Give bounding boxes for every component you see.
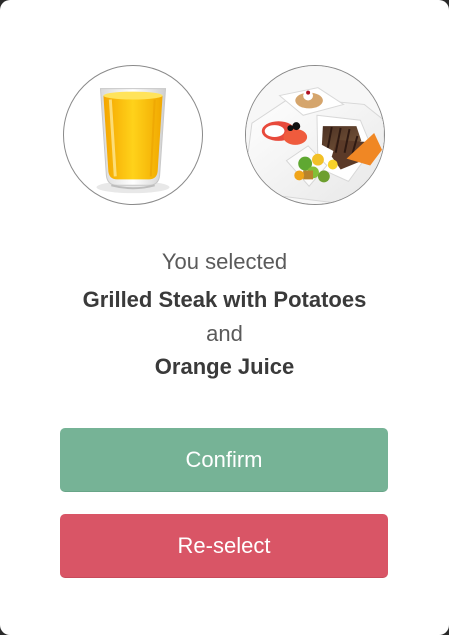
selection-confirmation-dialog: You selected Grilled Steak with Potatoes…	[0, 0, 449, 635]
conjunction-text: and	[206, 321, 243, 346]
orange-juice-icon	[96, 88, 170, 194]
selected-meal-name: Grilled Steak with Potatoes	[82, 287, 367, 312]
steak-plate-icon	[246, 66, 384, 204]
reselect-button[interactable]: Re-select	[60, 514, 388, 578]
confirm-button[interactable]: Confirm	[60, 428, 388, 492]
selected-drink-name: Orange Juice	[154, 354, 295, 379]
selection-intro-text: You selected	[161, 249, 288, 274]
grilled-steak-meal-image	[245, 65, 385, 205]
orange-juice-image	[63, 65, 203, 205]
